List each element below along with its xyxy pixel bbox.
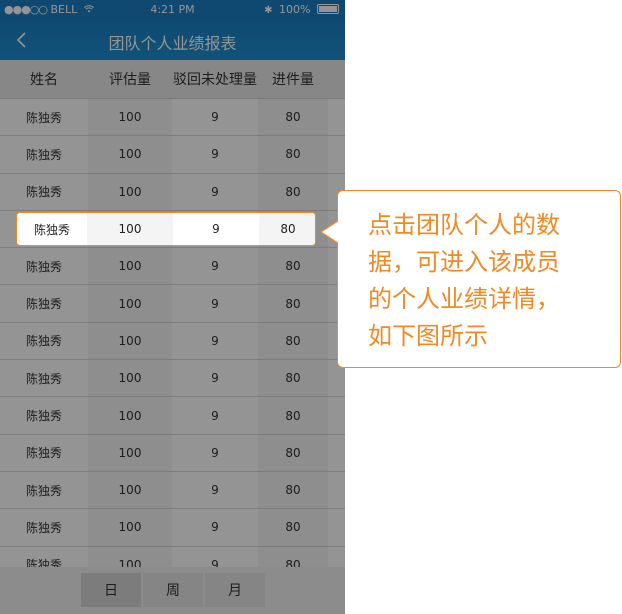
- table-row[interactable]: 陈独秀100980: [0, 99, 345, 137]
- cell-submissions: 80: [258, 509, 328, 546]
- highlight-name: 陈独秀: [33, 222, 70, 237]
- cell-rejected-pending: 9: [172, 509, 258, 546]
- cell-name: 陈独秀: [0, 360, 88, 397]
- status-bar: ●●●○○ BELL 4:21 PM ✱ 100%: [0, 0, 345, 20]
- tooltip-text: 点击团队个人的数 据，可进入该成员 的个人业绩详情， 如下图所示: [368, 207, 600, 355]
- header-assessment[interactable]: 评估量: [88, 60, 172, 98]
- cell-assessment: 100: [88, 285, 172, 322]
- cell-rejected-pending: 9: [172, 136, 258, 173]
- cell-assessment: 100: [88, 248, 172, 285]
- tab-month[interactable]: 月: [205, 573, 265, 607]
- tab-day[interactable]: 日: [81, 573, 141, 607]
- table-row[interactable]: 陈独秀100980: [0, 285, 345, 323]
- cell-name: 陈独秀: [0, 434, 88, 471]
- cell-rejected-pending: 9: [172, 285, 258, 322]
- cell-submissions: 80: [258, 434, 328, 471]
- cell-submissions: 80: [258, 397, 328, 434]
- cell-assessment: 100: [88, 322, 172, 360]
- nav-bar: 团队个人业绩报表: [0, 20, 345, 60]
- phone-screen: ●●●○○ BELL 4:21 PM ✱ 100% 团队个人业绩报表 姓名 评估…: [0, 0, 345, 614]
- cell-name: 陈独秀: [0, 173, 88, 210]
- period-tab-bar: 日 周 月: [0, 567, 345, 614]
- cell-rejected-pending: 9: [172, 322, 258, 360]
- highlighted-table-row[interactable]: 陈独秀 100 9 80: [16, 212, 316, 246]
- cell-submissions: 80: [258, 471, 328, 509]
- cell-name: 陈独秀: [0, 285, 88, 322]
- battery-info: ✱ 100%: [264, 3, 339, 16]
- tooltip-line: 点击团队个人的数: [368, 211, 560, 239]
- cell-rejected-pending: 9: [172, 248, 258, 285]
- highlight-rejected-pending: 9: [212, 222, 220, 236]
- cell-name: 陈独秀: [0, 248, 88, 285]
- cell-rejected-pending: 9: [172, 397, 258, 434]
- cell-name: 陈独秀: [0, 509, 88, 546]
- table-row[interactable]: 陈独秀100980: [0, 434, 345, 472]
- table-header: 姓名 评估量 驳回未处理量 进件量: [0, 60, 345, 99]
- table-body: 陈独秀 100 9 80 陈独秀 100 9 80 陈独秀 100 9 80 陈独秀 100 9 80 陈独秀 1…: [0, 99, 345, 584]
- cell-rejected-pending: 9: [172, 360, 258, 397]
- cell-assessment: 100: [88, 397, 172, 434]
- bluetooth-icon: ✱: [264, 5, 273, 16]
- cell-submissions: 80: [258, 360, 328, 397]
- cell-submissions: 80: [258, 285, 328, 322]
- table-row[interactable]: 陈独秀100980: [0, 509, 345, 547]
- cell-submissions: 80: [258, 136, 328, 173]
- cell-submissions: 80: [258, 322, 328, 360]
- cell-rejected-pending: 9: [172, 434, 258, 471]
- highlight-assessment: 100: [87, 213, 173, 245]
- cell-assessment: 100: [88, 471, 172, 509]
- tooltip-line: 据，可进入该成员: [368, 248, 560, 276]
- cell-assessment: 100: [88, 509, 172, 546]
- table-row[interactable]: 陈独秀100980: [0, 360, 345, 398]
- page-title: 团队个人业绩报表: [108, 34, 237, 53]
- header-name[interactable]: 姓名: [0, 60, 88, 98]
- header-rejected-pending[interactable]: 驳回未处理量: [172, 60, 258, 98]
- table-row[interactable]: 陈独秀100980: [0, 173, 345, 211]
- tooltip-line: 的个人业绩详情，: [368, 285, 560, 313]
- cell-assessment: 100: [88, 360, 172, 397]
- cell-name: 陈独秀: [0, 397, 88, 434]
- cell-assessment: 100: [88, 434, 172, 471]
- cell-name: 陈独秀: [0, 136, 88, 173]
- tooltip-line: 如下图所示: [368, 322, 488, 350]
- cell-assessment: 100: [88, 136, 172, 173]
- cell-name: 陈独秀: [0, 471, 88, 509]
- table-row[interactable]: 陈独秀100980: [0, 397, 345, 435]
- cell-assessment: 100: [88, 99, 172, 136]
- cell-rejected-pending: 9: [172, 173, 258, 210]
- tooltip-arrow-fill: [322, 221, 339, 243]
- tab-week[interactable]: 周: [143, 573, 203, 607]
- tutorial-tooltip: 点击团队个人的数 据，可进入该成员 的个人业绩详情， 如下图所示: [337, 190, 621, 368]
- cell-name: 陈独秀: [0, 322, 88, 360]
- table-row[interactable]: 陈独秀100980: [0, 136, 345, 174]
- cell-submissions: 80: [258, 248, 328, 285]
- table-row[interactable]: 陈独秀100980: [0, 322, 345, 361]
- cell-submissions: 80: [258, 99, 328, 136]
- table-row[interactable]: 陈独秀100980: [0, 248, 345, 286]
- battery-icon: [317, 4, 339, 14]
- cell-rejected-pending: 9: [172, 99, 258, 136]
- header-submissions[interactable]: 进件量: [258, 60, 328, 98]
- highlight-submissions: 80: [259, 213, 315, 245]
- cell-assessment: 100: [88, 173, 172, 210]
- battery-percent: 100%: [279, 3, 311, 16]
- cell-submissions: 80: [258, 173, 328, 210]
- cell-rejected-pending: 9: [172, 471, 258, 509]
- cell-name: 陈独秀: [0, 99, 88, 136]
- table-row[interactable]: 陈独秀100980: [0, 471, 345, 510]
